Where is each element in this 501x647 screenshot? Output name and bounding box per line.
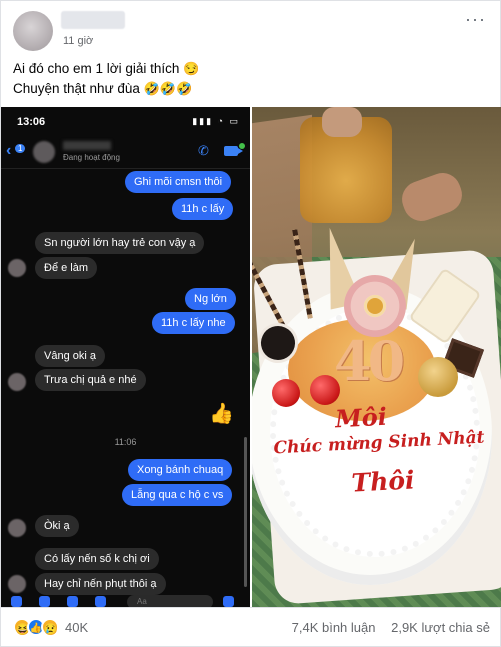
message-incoming: Có lấy nến số k chị ơi: [35, 548, 159, 570]
contact-mini-avatar: [8, 519, 26, 537]
hand: [396, 167, 468, 227]
back-chevron-icon: ‹: [6, 142, 12, 159]
message-incoming: Hay chỉ nến phụt thôi ạ: [35, 573, 166, 595]
cherry: [272, 379, 300, 407]
gold-chocolate-ball: [418, 357, 458, 397]
chat-header: ‹ 1 Đang hoạt động ✆: [1, 135, 250, 169]
rofl-emoji-icon: 🤣🤣🤣: [143, 81, 193, 96]
unread-badge: 1: [15, 144, 26, 153]
contact-mini-avatar: [8, 259, 26, 277]
post-stats: 7,4K bình luận 2,9K lượt chia sẻ: [280, 620, 490, 635]
chat-composer: Aa: [1, 595, 250, 607]
cherry: [310, 375, 340, 405]
message-outgoing: Ng lớn: [185, 288, 236, 310]
caption-line-2: Chuyện thật như đùa: [13, 81, 140, 96]
thumbs-up-like-icon: 👍: [209, 403, 234, 425]
post-footer: 😆 👍 😢 40K 7,4K bình luận 2,9K lượt chia …: [1, 607, 501, 647]
reaction-icons[interactable]: 😆 👍 😢: [13, 618, 73, 638]
hand: [322, 107, 362, 137]
message-outgoing: Ghi mõi cmsn thôi: [125, 171, 232, 193]
message-incoming: Để e làm: [35, 257, 98, 279]
cake-number-candle: 40: [334, 329, 405, 393]
contact-avatar: [33, 141, 55, 163]
cake-photo[interactable]: 40 Môi Chúc mừng Sinh Nhật Thôi: [252, 107, 501, 607]
message-outgoing: 11h c lấy: [172, 198, 234, 220]
chat-time-divider: 11:06: [114, 437, 137, 447]
messenger-screenshot[interactable]: 13:06 ▮▮▮ ◔ ▭ ‹ 1 Đang hoạt động ✆ Ghi m…: [1, 107, 250, 607]
contact-name-blurred: [63, 141, 111, 150]
smirk-emoji-icon: 😏: [183, 61, 200, 76]
message-outgoing: Lẵng qua c hộ c vs: [122, 484, 233, 506]
image-icon: [67, 596, 78, 607]
phone-status-time: 13:06: [17, 116, 46, 128]
comments-count[interactable]: 7,4K bình luận: [292, 620, 376, 635]
sad-reaction-icon: 😢: [41, 618, 59, 636]
message-outgoing: Xong bánh chuaq: [128, 459, 233, 481]
phone-call-icon: ✆: [198, 143, 209, 158]
online-dot-icon: [239, 143, 245, 149]
contact-active-status: Đang hoạt động: [63, 153, 120, 162]
message-incoming: Òki ạ: [35, 515, 79, 537]
shares-count[interactable]: 2,9K lượt chia sẻ: [391, 620, 490, 635]
camera-icon: [39, 596, 50, 607]
facebook-post: 11 giờ ··· Ai đó cho em 1 lời giải thích…: [0, 0, 501, 647]
author-avatar[interactable]: [13, 11, 53, 51]
post-media[interactable]: 13:06 ▮▮▮ ◔ ▭ ‹ 1 Đang hoạt động ✆ Ghi m…: [1, 107, 501, 607]
rose-center: [364, 295, 386, 317]
post-caption: Ai đó cho em 1 lời giải thích 😏 Chuyện t…: [13, 59, 199, 99]
post-timestamp[interactable]: 11 giờ: [63, 35, 93, 47]
message-incoming: Trưa chị quả e nhé: [35, 369, 146, 391]
message-incoming: Sn người lớn hay trẻ con vậy ạ: [35, 232, 205, 254]
video-call-icon: [224, 146, 243, 156]
phone-status-icons: ▮▮▮ ◔ ▭: [192, 116, 240, 126]
message-input: Aa: [127, 595, 213, 607]
thumbs-up-icon: [223, 596, 234, 607]
reaction-count[interactable]: 40K: [65, 620, 88, 635]
more-options-icon[interactable]: ···: [465, 9, 486, 30]
message-incoming: Vâng oki ạ: [35, 345, 105, 367]
author-name-blurred[interactable]: [61, 11, 125, 29]
message-outgoing: 11h c lấy nhe: [152, 312, 235, 334]
chat-scrollbar: [244, 437, 247, 587]
contact-mini-avatar: [8, 575, 26, 593]
plus-icon: [11, 596, 22, 607]
caption-line-1: Ai đó cho em 1 lời giải thích: [13, 61, 180, 76]
contact-mini-avatar: [8, 373, 26, 391]
microphone-icon: [95, 596, 106, 607]
